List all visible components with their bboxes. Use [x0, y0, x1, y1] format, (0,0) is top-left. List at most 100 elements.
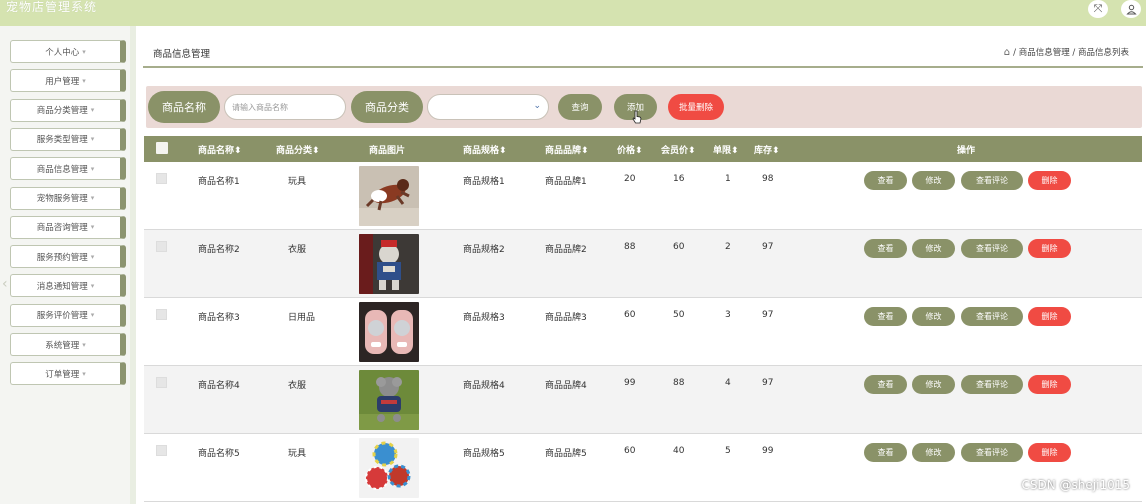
table-row: 商品名称3 日用品 商品规格3 商品品牌3 60 50 3 97 查看 修改 查看评论 删除	[144, 298, 1142, 366]
product-image[interactable]	[359, 166, 419, 226]
fullscreen-icon[interactable]: ⤧	[1088, 0, 1108, 18]
edit-button[interactable]: 修改	[912, 307, 955, 326]
sidebar-item-label: 商品信息管理	[36, 164, 88, 175]
user-icon[interactable]	[1121, 0, 1141, 18]
sidebar-item[interactable]: 消息通知管理 ▾	[10, 274, 126, 298]
cell-brand: 商品品牌4	[545, 381, 587, 391]
header-spec[interactable]: 商品规格⬍	[463, 143, 507, 156]
select-all-checkbox[interactable]	[156, 142, 168, 154]
view-reviews-button[interactable]: 查看评论	[961, 239, 1023, 258]
chevron-down-icon: ▾	[90, 135, 95, 144]
chevron-left-icon[interactable]: ‹	[2, 276, 8, 292]
sidebar-item-label: 宠物服务管理	[36, 194, 88, 204]
view-reviews-button[interactable]: 查看评论	[961, 307, 1023, 326]
cell-name: 商品名称5	[198, 449, 240, 459]
chevron-down-icon: ▾	[82, 76, 86, 85]
breadcrumb: ⌂ / 商品信息管理 / 商品信息列表	[1004, 46, 1129, 59]
product-name-input[interactable]: 请输入商品名称	[224, 94, 346, 120]
delete-button[interactable]: 删除	[1028, 239, 1071, 258]
edit-button[interactable]: 修改	[912, 239, 955, 258]
cell-price: 88	[624, 242, 636, 252]
header-member-price[interactable]: 会员价⬍	[661, 143, 696, 156]
sidebar-item-label: 商品咨询管理	[36, 223, 88, 234]
cell-stock: 97	[762, 242, 774, 252]
chevron-down-icon: ⌄	[533, 101, 541, 111]
view-button[interactable]: 查看	[864, 307, 907, 326]
product-image[interactable]	[359, 370, 419, 430]
cell-spec: 商品规格4	[463, 381, 505, 391]
chevron-down-icon: ▾	[90, 311, 95, 320]
sidebar-item[interactable]: 商品分类管理 ▾	[10, 98, 126, 122]
delete-button[interactable]: 删除	[1028, 307, 1071, 326]
view-reviews-button[interactable]: 查看评论	[961, 171, 1023, 190]
table-header: 商品名称⬍ 商品分类⬍ 商品图片 商品规格⬍ 商品品牌⬍ 价格⬍ 会员价⬍ 单限…	[144, 136, 1142, 162]
view-button[interactable]: 查看	[864, 171, 907, 190]
product-table: 商品名称⬍ 商品分类⬍ 商品图片 商品规格⬍ 商品品牌⬍ 价格⬍ 会员价⬍ 单限…	[144, 136, 1142, 504]
cell-limit: 1	[725, 174, 731, 184]
view-button[interactable]: 查看	[864, 239, 907, 258]
cell-category: 玩具	[288, 449, 307, 459]
batch-delete-button[interactable]: 批量删除	[668, 94, 724, 120]
query-button[interactable]: 查询	[558, 94, 602, 120]
cell-limit: 3	[725, 310, 731, 320]
breadcrumb-bar: 商品信息管理 ⌂ / 商品信息管理 / 商品信息列表	[143, 36, 1143, 68]
delete-button[interactable]: 删除	[1028, 443, 1071, 462]
chevron-down-icon: ▾	[90, 164, 95, 173]
breadcrumb-path: / 商品信息管理 / 商品信息列表	[1013, 48, 1129, 58]
sidebar-item-label: 服务评价管理	[36, 311, 88, 322]
header-actions: 操作	[957, 146, 976, 156]
header-limit[interactable]: 单限⬍	[713, 143, 739, 156]
row-checkbox[interactable]	[156, 173, 167, 184]
cell-category: 日用品	[288, 313, 316, 323]
cell-brand: 商品品牌5	[545, 449, 587, 459]
sidebar-item[interactable]: 商品信息管理 ▾	[10, 157, 126, 181]
product-image[interactable]	[359, 438, 419, 498]
cell-name: 商品名称4	[198, 381, 240, 391]
header-name[interactable]: 商品名称⬍	[198, 143, 242, 156]
header-stock[interactable]: 库存⬍	[754, 143, 780, 156]
header-category[interactable]: 商品分类⬍	[276, 143, 320, 156]
sidebar-item-label: 服务预约管理	[36, 252, 88, 263]
header-price[interactable]: 价格⬍	[617, 143, 643, 156]
edit-button[interactable]: 修改	[912, 375, 955, 394]
sidebar-item[interactable]: 宠物服务管理 ▾	[10, 186, 126, 210]
sidebar-item[interactable]: 商品咨询管理 ▾	[10, 215, 126, 239]
sidebar-item[interactable]: 用户管理 ▾	[10, 69, 126, 93]
view-reviews-button[interactable]: 查看评论	[961, 375, 1023, 394]
cell-category: 衣服	[288, 381, 307, 391]
category-select[interactable]: ⌄	[427, 94, 549, 120]
sidebar-item[interactable]: 系统管理 ▾	[10, 333, 126, 356]
delete-button[interactable]: 删除	[1028, 171, 1071, 190]
cell-spec: 商品规格5	[463, 449, 505, 459]
top-bar: 宠物店管理系统 ⤧	[0, 0, 1146, 26]
product-image[interactable]	[359, 302, 419, 362]
row-checkbox[interactable]	[156, 377, 167, 388]
sidebar-item-label: 订单管理	[45, 369, 80, 380]
home-icon[interactable]: ⌂	[1004, 47, 1010, 58]
edit-button[interactable]: 修改	[912, 443, 955, 462]
row-checkbox[interactable]	[156, 241, 167, 252]
sidebar-item[interactable]: 服务预约管理 ▾	[10, 245, 126, 269]
sidebar-item[interactable]: 订单管理 ▾	[10, 362, 126, 386]
cell-price: 20	[624, 174, 636, 184]
cell-limit: 2	[725, 242, 731, 252]
view-button[interactable]: 查看	[864, 443, 907, 462]
view-reviews-button[interactable]: 查看评论	[961, 443, 1023, 462]
chevron-down-icon: ▾	[90, 252, 95, 261]
row-checkbox[interactable]	[156, 445, 167, 456]
row-checkbox[interactable]	[156, 309, 167, 320]
product-image[interactable]	[359, 234, 419, 294]
cell-spec: 商品规格2	[463, 245, 505, 255]
page-title: 商品信息管理	[153, 49, 211, 60]
sidebar-item[interactable]: 个人中心 ▾	[10, 40, 126, 63]
sidebar-item[interactable]: 服务类型管理 ▾	[10, 127, 126, 151]
chevron-down-icon: ▾	[90, 106, 95, 115]
sidebar-item[interactable]: 服务评价管理 ▾	[10, 303, 126, 327]
sidebar-item-label: 个人中心	[45, 47, 80, 58]
sidebar-item-label: 服务类型管理	[36, 135, 88, 146]
header-brand[interactable]: 商品品牌⬍	[545, 143, 589, 156]
edit-button[interactable]: 修改	[912, 171, 955, 190]
view-button[interactable]: 查看	[864, 375, 907, 394]
delete-button[interactable]: 删除	[1028, 375, 1071, 394]
watermark: CSDN @sheji1015	[1021, 478, 1130, 492]
